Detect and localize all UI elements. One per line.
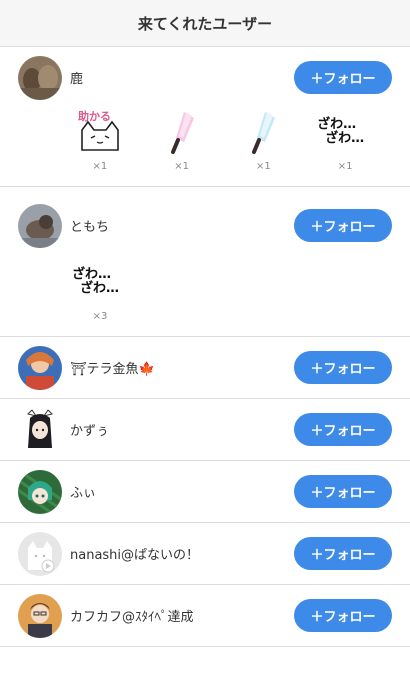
user-entry: nanashi@ぱないの！ ＋フォロー: [0, 523, 410, 585]
stamp-text: 助かる: [78, 109, 111, 123]
user-entry: ⛩テラ金魚🍁 ＋フォロー: [0, 337, 410, 399]
page-title: 来てくれたユーザー: [137, 14, 273, 33]
user-row: ふぃ ＋フォロー: [0, 461, 410, 522]
pink-penlight-stamp-icon: [154, 108, 210, 156]
blue-penlight-stamp-icon: [235, 108, 291, 156]
user-row: ⛩テラ金魚🍁 ＋フォロー: [0, 337, 410, 398]
stamp-list: ざわ… ざわ… ×3: [0, 256, 410, 336]
zawa-stamp-icon: ざわ… ざわ…: [317, 108, 373, 156]
avatar[interactable]: [18, 55, 62, 100]
user-entry: ふぃ ＋フォロー: [0, 461, 410, 523]
stamp-count: ×1: [337, 161, 353, 172]
follow-button[interactable]: ＋フォロー: [294, 475, 392, 508]
avatar[interactable]: [18, 407, 62, 452]
default-avatar-icon[interactable]: [18, 531, 62, 576]
avatar[interactable]: [18, 345, 62, 390]
user-entry: かずぅ ＋フォロー: [0, 399, 410, 461]
user-row: ともち ＋フォロー: [0, 195, 410, 256]
zawa-stamp-icon: ざわ… ざわ…: [72, 258, 128, 306]
follow-button[interactable]: ＋フォロー: [294, 537, 392, 570]
stamp-count: ×1: [92, 161, 108, 172]
stamp-list: 助かる ×1 ×1 ×1 ざわ… ざわ… ×1: [0, 108, 410, 186]
stamp-item: ×1: [141, 108, 223, 172]
user-row: かずぅ ＋フォロー: [0, 399, 410, 460]
stamp-item: ざわ… ざわ… ×3: [59, 258, 141, 323]
follow-button[interactable]: ＋フォロー: [294, 209, 392, 242]
avatar[interactable]: [18, 593, 62, 638]
stamp-count: ×1: [174, 161, 189, 172]
page-header: 来てくれたユーザー: [0, 0, 410, 47]
zawa-line-1: ざわ…: [72, 267, 112, 282]
stamp-item: 助かる ×1: [59, 108, 141, 172]
user-entry: カフカフ@ｽﾀｲﾍﾟ達成 ＋フォロー: [0, 585, 410, 647]
avatar[interactable]: [18, 203, 62, 248]
follow-button[interactable]: ＋フォロー: [294, 351, 392, 384]
user-entry: 鹿 ＋フォロー 助かる ×1 ×1 ×1 ざわ… ざわ… ×1: [0, 47, 410, 187]
user-row: カフカフ@ｽﾀｲﾍﾟ達成 ＋フォロー: [0, 585, 410, 646]
follow-button[interactable]: ＋フォロー: [294, 599, 392, 632]
follow-button[interactable]: ＋フォロー: [294, 413, 392, 446]
zawa-line-2: ざわ…: [325, 131, 365, 146]
cat-tasukaru-stamp-icon: 助かる: [72, 108, 128, 156]
user-row: nanashi@ぱないの！ ＋フォロー: [0, 523, 410, 584]
user-entry: ともち ＋フォロー ざわ… ざわ… ×3: [0, 195, 410, 337]
zawa-line-2: ざわ…: [80, 281, 120, 296]
follow-button[interactable]: ＋フォロー: [294, 61, 392, 94]
zawa-line-1: ざわ…: [317, 117, 357, 132]
stamp-count: ×1: [256, 161, 271, 172]
avatar[interactable]: [18, 469, 62, 514]
stamp-count: ×3: [92, 311, 108, 322]
user-row: 鹿 ＋フォロー: [0, 47, 410, 108]
stamp-item: ×1: [223, 108, 305, 172]
stamp-item: ざわ… ざわ… ×1: [304, 108, 386, 173]
